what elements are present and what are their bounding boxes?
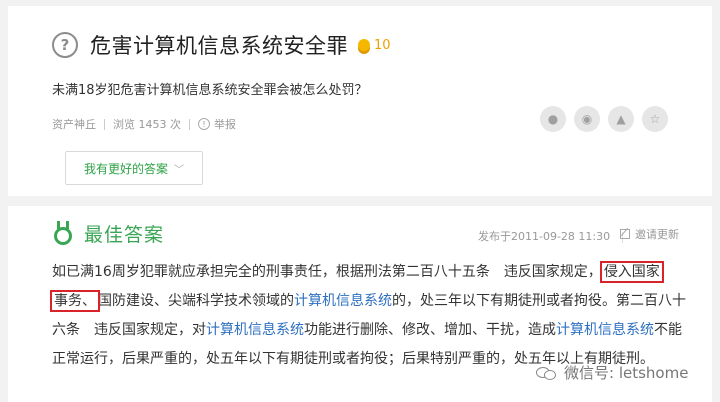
answer-text: 国防建设、尖端科学技术领域的: [98, 293, 294, 309]
share-buttons: ● ◉ ▲ ☆: [540, 106, 668, 132]
question-icon: ?: [52, 32, 78, 58]
qq-share-icon[interactable]: ▲: [608, 106, 634, 132]
coin-icon: [358, 39, 370, 51]
chevron-down-icon: ﹀: [174, 164, 184, 176]
reward-badge: 10: [358, 38, 391, 53]
question-title-row: ? 危害计算机信息系统安全罪 10: [52, 30, 391, 60]
question-card: ? 危害计算机信息系统安全罪 10 未满18岁犯危害计算机信息系统安全罪会被怎么…: [8, 6, 712, 196]
question-description: 未满18岁犯危害计算机信息系统安全罪会被怎么处罚？: [52, 83, 368, 98]
answer-date: 发布于2011-09-28 11:30: [478, 228, 633, 244]
answer-body: 如已满16周岁犯罪就应承担完全的刑事责任，根据刑法第二百八十五条 违反国家规定，…: [50, 258, 688, 374]
edit-icon: [620, 229, 630, 239]
invite-update-label: 邀请更新: [635, 228, 679, 241]
medal-icon: [52, 220, 74, 247]
answer-text: 功能进行删除、修改、增加、干扰，造成: [304, 322, 556, 338]
report-icon[interactable]: !: [198, 118, 210, 130]
weibo-share-icon[interactable]: ◉: [574, 106, 600, 132]
better-answer-label: 我有更好的答案: [83, 161, 168, 176]
highlighted-text: 事务、: [50, 290, 100, 312]
keyword-link[interactable]: 计算机信息系统: [206, 322, 304, 338]
wechat-watermark: 微信号: letshome: [536, 362, 688, 383]
star-icon[interactable]: ☆: [642, 106, 668, 132]
question-meta: 资产神丘 浏览 1453 次 ! 举报: [52, 116, 236, 132]
meta-divider: [104, 118, 105, 130]
answer-text: 如已满16周岁犯罪就应承担完全的刑事责任，根据刑法第二百八十五条 违反国家规定，: [52, 264, 602, 280]
invite-update-button[interactable]: 邀请更新: [620, 226, 679, 242]
better-answer-button[interactable]: 我有更好的答案 ﹀: [65, 151, 203, 185]
report-link[interactable]: 举报: [214, 116, 236, 132]
meta-divider: [189, 118, 190, 130]
answer-date-text: 发布于2011-09-28 11:30: [478, 230, 611, 243]
wechat-logo-icon: [536, 365, 558, 381]
reward-value: 10: [374, 37, 391, 53]
best-answer-label: 最佳答案: [84, 224, 165, 246]
highlighted-text: 侵入国家: [599, 261, 664, 283]
wechat-share-icon[interactable]: ●: [540, 106, 566, 132]
view-count: 浏览 1453 次: [113, 118, 181, 131]
keyword-link[interactable]: 计算机信息系统: [294, 293, 392, 309]
author-link[interactable]: 资产神丘: [52, 116, 96, 132]
question-title: 危害计算机信息系统安全罪: [90, 34, 348, 58]
best-answer-header: 最佳答案: [52, 220, 164, 247]
watermark-text: 微信号: letshome: [564, 364, 689, 382]
keyword-link[interactable]: 计算机信息系统: [556, 322, 654, 338]
